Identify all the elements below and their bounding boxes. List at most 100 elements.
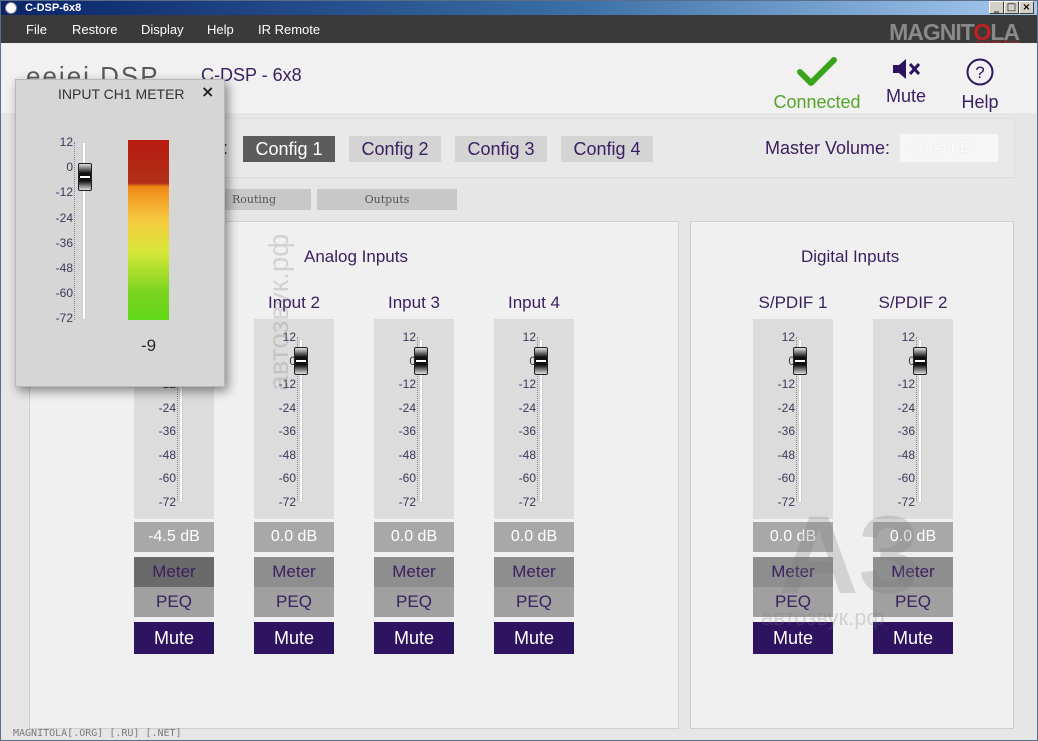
scale-label: -12 — [278, 377, 296, 391]
peq-button[interactable]: PEQ — [254, 587, 334, 617]
master-volume-field[interactable]: -14.5 dB — [900, 134, 998, 162]
meter-dialog-title: INPUT CH1 METER — [58, 86, 185, 102]
scale-label: -72 — [897, 494, 915, 509]
config-2-button[interactable]: Config 2 — [349, 136, 441, 162]
meter-button[interactable]: Meter — [494, 557, 574, 587]
menu-ir-remote[interactable]: IR Remote — [258, 22, 320, 37]
scale-label: -24 — [777, 400, 795, 415]
scale-label: 0 — [66, 160, 73, 175]
scale-label: -48 — [897, 447, 915, 462]
level-meter-bar — [128, 140, 169, 320]
maximize-button[interactable]: □ — [1004, 1, 1019, 14]
fader-handle[interactable] — [294, 346, 308, 375]
config-4-button[interactable]: Config 4 — [561, 136, 653, 162]
fader-handle[interactable] — [793, 346, 807, 375]
master-mute-button[interactable]: Mute — [879, 57, 933, 107]
scale-label: -48 — [278, 447, 296, 462]
mute-button[interactable]: Mute — [134, 622, 214, 654]
peq-button[interactable]: PEQ — [873, 587, 953, 617]
scale-label: 12 — [522, 330, 536, 344]
meter-button[interactable]: Meter — [873, 557, 953, 587]
meter-button[interactable]: Meter — [374, 557, 454, 587]
meter-button[interactable]: Meter — [753, 557, 833, 587]
scale-label: -36 — [897, 424, 915, 438]
mute-button[interactable]: Mute — [494, 622, 574, 654]
fader-scale: 120-12-24-36-48-60-72 — [374, 291, 416, 509]
meter-button[interactable]: Meter — [254, 557, 334, 587]
help-button[interactable]: ? Help — [953, 57, 1007, 113]
footer-credit: MAGNITOLA[.ORG] [.RU] [.NET] — [13, 728, 182, 739]
digital-inputs-panel — [690, 221, 1014, 729]
scale-label: -72 — [278, 494, 296, 509]
scale-label: -60 — [518, 471, 536, 485]
fader-scale: 120-12-24-36-48-60-72 — [254, 291, 296, 509]
scale-label: -72 — [158, 494, 176, 509]
scale-label: -24 — [518, 400, 536, 415]
menu-bar: File Restore Display Help IR Remote MAGN… — [1, 15, 1037, 47]
scale-label: -72 — [55, 311, 73, 326]
scale-label: -48 — [777, 447, 795, 462]
connected-status[interactable]: Connected — [769, 57, 865, 113]
gain-value[interactable]: 0.0 dB — [254, 522, 334, 552]
peq-button[interactable]: PEQ — [494, 587, 574, 617]
minimize-button[interactable]: _ — [989, 1, 1004, 14]
scale-label: -60 — [278, 471, 296, 485]
gain-value[interactable]: 0.0 dB — [494, 522, 574, 552]
scale-label: -60 — [55, 286, 73, 301]
mute-button[interactable]: Mute — [374, 622, 454, 654]
scale-label: 12 — [282, 330, 296, 344]
scale-label: -48 — [158, 447, 176, 462]
title-bar: C-DSP-6x8 _ □ × — [1, 1, 1037, 15]
analog-inputs-title: Analog Inputs — [304, 247, 408, 266]
fader-handle[interactable] — [414, 346, 428, 375]
scale-label: -36 — [398, 424, 416, 438]
scale-label: -48 — [398, 447, 416, 462]
fader-scale: 120-12-24-36-48-60-72 — [494, 291, 536, 509]
meter-value: -9 — [140, 336, 157, 355]
peq-button[interactable]: PEQ — [753, 587, 833, 617]
speaker-mute-icon — [893, 59, 921, 79]
scale-label: -24 — [55, 210, 73, 225]
scale-label: 12 — [901, 330, 915, 344]
mute-button[interactable]: Mute — [753, 622, 833, 654]
scale-label: -24 — [158, 400, 176, 415]
scale-label: -36 — [278, 424, 296, 438]
mute-button[interactable]: Mute — [873, 622, 953, 654]
app-icon — [5, 2, 17, 14]
scale-label: -36 — [777, 424, 795, 438]
fader-handle[interactable] — [913, 346, 927, 375]
config-3-button[interactable]: Config 3 — [455, 136, 547, 162]
scale-label: -36 — [158, 424, 176, 438]
scale-label: 12 — [402, 330, 416, 344]
menu-restore[interactable]: Restore — [72, 22, 118, 37]
menu-display[interactable]: Display — [141, 22, 184, 37]
menu-file[interactable]: File — [26, 22, 47, 37]
scale-label: -24 — [398, 400, 416, 415]
meter-button[interactable]: Meter — [134, 557, 214, 587]
menu-help[interactable]: Help — [207, 22, 234, 37]
peq-button[interactable]: PEQ — [374, 587, 454, 617]
scale-label: -12 — [55, 185, 73, 200]
fader-handle[interactable] — [534, 346, 548, 375]
mute-button[interactable]: Mute — [254, 622, 334, 654]
peq-button[interactable]: PEQ — [134, 587, 214, 617]
input-meter-dialog: INPUT CH1 METER × 12 0 -12 -24 -36 -48 -60 -72 … — [15, 79, 225, 387]
gain-value[interactable]: 0.0 dB — [374, 522, 454, 552]
scale-label: -72 — [777, 494, 795, 509]
gain-value[interactable]: 0.0 dB — [873, 522, 953, 552]
scale-label: -36 — [55, 235, 73, 250]
scale-label: -48 — [518, 447, 536, 462]
mute-label: Mute — [885, 86, 927, 106]
config-1-button[interactable]: Config 1 — [243, 136, 335, 162]
gain-value[interactable]: 0.0 dB — [753, 522, 833, 552]
tab-outputs[interactable]: Outputs — [317, 189, 457, 210]
svg-text:?: ? — [975, 63, 984, 82]
gain-value[interactable]: -4.5 dB — [134, 522, 214, 552]
close-dialog-button[interactable]: × — [201, 82, 214, 101]
help-icon: ? — [966, 58, 994, 86]
close-window-button[interactable]: × — [1019, 1, 1034, 14]
scale-label: -60 — [897, 471, 915, 485]
meter-fader-handle[interactable] — [78, 162, 92, 191]
connected-label: Connected — [773, 92, 861, 112]
brand-logo: MAGNITOLACarAudio Team — [889, 19, 1020, 47]
